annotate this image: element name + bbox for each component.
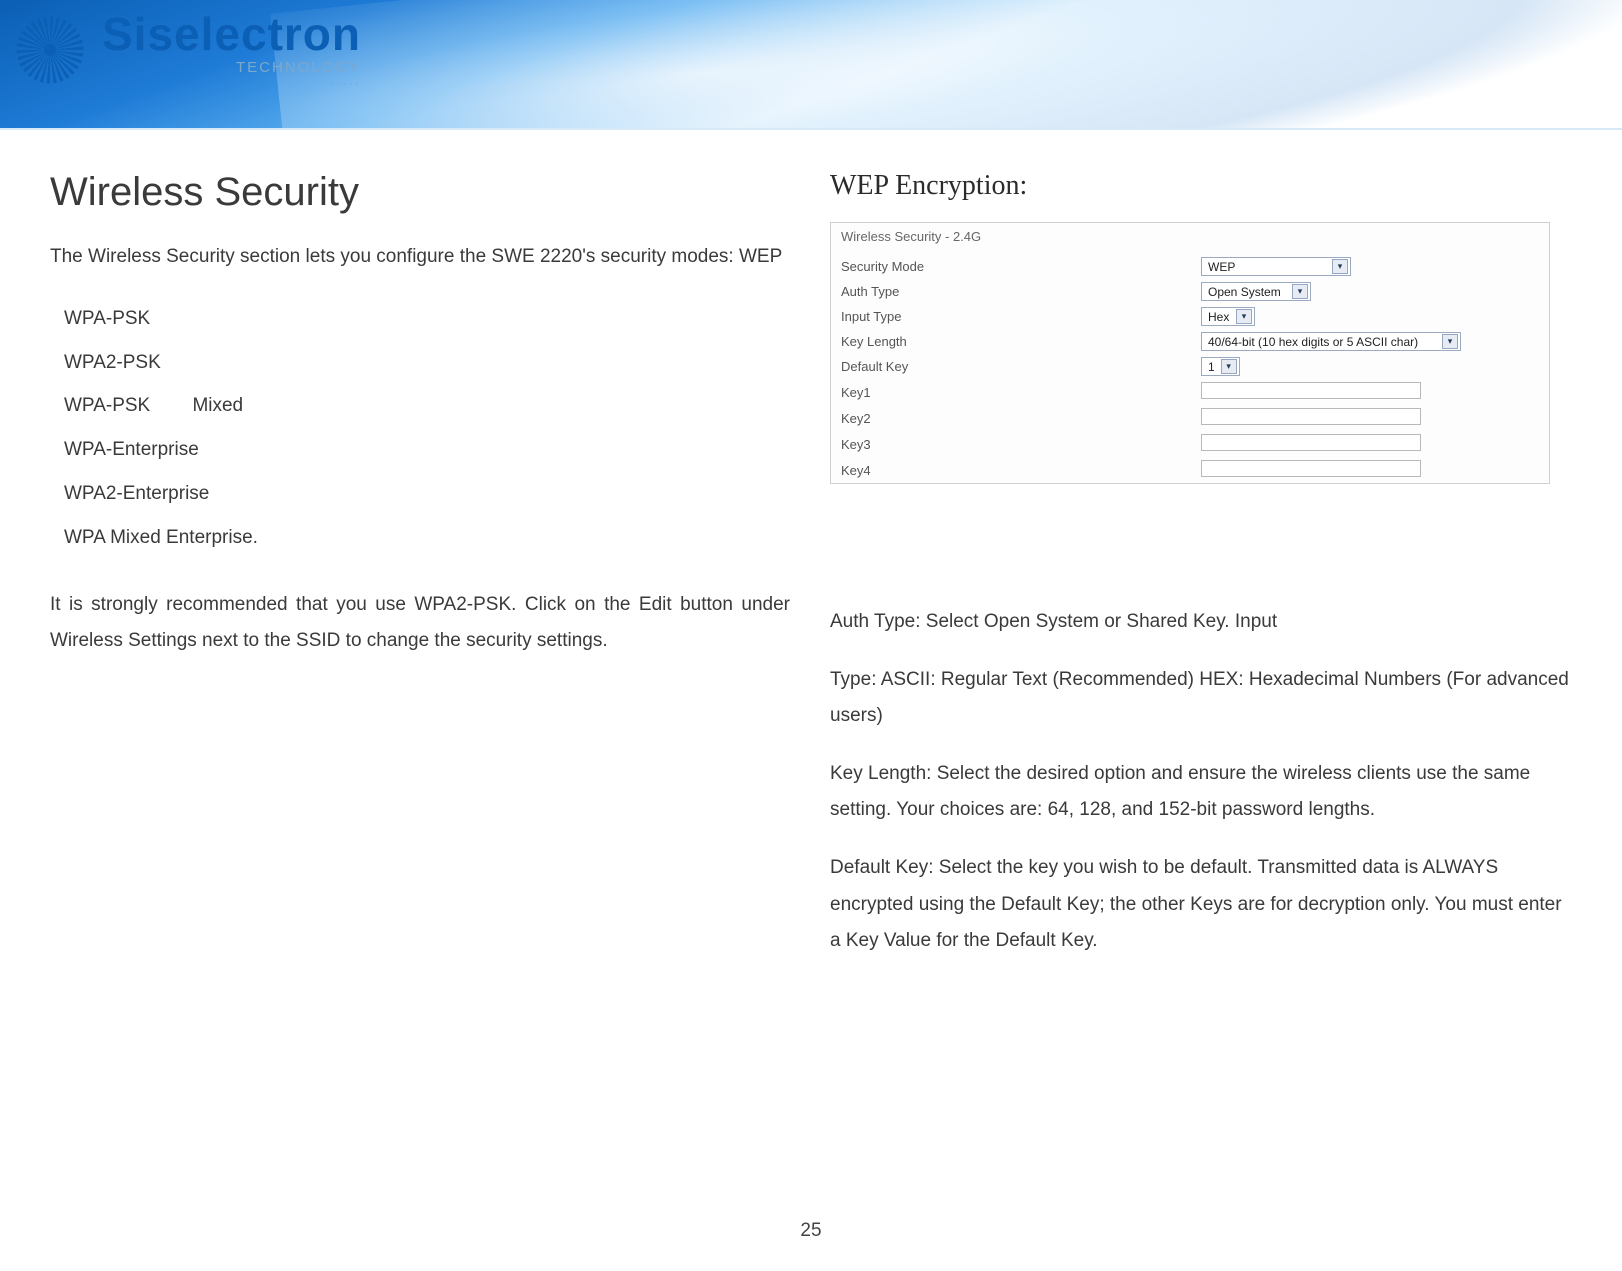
shot-heading: Wireless Security - 2.4G xyxy=(831,223,1549,254)
auth-type-paragraph: Auth Type: Select Open System or Shared … xyxy=(830,604,1572,640)
row-label: Key1 xyxy=(831,379,1191,405)
row-label: Key2 xyxy=(831,405,1191,431)
wep-settings-screenshot: Wireless Security - 2.4G Security Mode W… xyxy=(830,222,1550,484)
chevron-down-icon: ▾ xyxy=(1292,284,1308,299)
list-item: WPA2-Enterprise xyxy=(64,472,790,516)
list-item: WPA Mixed Enterprise. xyxy=(64,516,790,560)
row-label: Input Type xyxy=(831,304,1191,329)
default-key-select[interactable]: 1 ▾ xyxy=(1201,357,1240,376)
key3-input[interactable] xyxy=(1201,434,1421,451)
key-length-select[interactable]: 40/64-bit (10 hex digits or 5 ASCII char… xyxy=(1201,332,1461,351)
row-label: Key4 xyxy=(831,457,1191,483)
brand-dots: ····· xyxy=(102,76,361,90)
chevron-down-icon: ▾ xyxy=(1332,259,1348,274)
page-title: Wireless Security xyxy=(50,170,790,215)
brand-logo-mark xyxy=(10,10,90,90)
select-value: Open System xyxy=(1208,285,1281,299)
select-value: WEP xyxy=(1208,260,1235,274)
brand-name: Siselectron xyxy=(102,11,361,57)
key1-input[interactable] xyxy=(1201,382,1421,399)
key-length-paragraph: Key Length: Select the desired option an… xyxy=(830,756,1572,828)
security-mode-list: WPA-PSK WPA2-PSK WPA-PSK Mixed WPA-Enter… xyxy=(64,297,790,559)
chevron-down-icon: ▾ xyxy=(1236,309,1252,324)
row-label: Auth Type xyxy=(831,279,1191,304)
auth-type-select[interactable]: Open System ▾ xyxy=(1201,282,1311,301)
key2-input[interactable] xyxy=(1201,408,1421,425)
brand-tagline: TECHNOLOGY xyxy=(102,59,361,76)
list-item: WPA-Enterprise xyxy=(64,428,790,472)
select-value: Hex xyxy=(1208,310,1229,324)
chevron-down-icon: ▾ xyxy=(1442,334,1458,349)
security-mode-select[interactable]: WEP ▾ xyxy=(1201,257,1351,276)
recommendation-paragraph: It is strongly recommended that you use … xyxy=(50,587,790,659)
list-item: WPA2-PSK xyxy=(64,341,790,385)
section-title-wep: WEP Encryption: xyxy=(830,170,1572,202)
list-item: WPA-PSK xyxy=(64,297,790,341)
row-label: Key Length xyxy=(831,329,1191,354)
row-label: Default Key xyxy=(831,354,1191,379)
row-label: Security Mode xyxy=(831,254,1191,279)
row-label: Key3 xyxy=(831,431,1191,457)
default-key-paragraph: Default Key: Select the key you wish to … xyxy=(830,850,1572,958)
header-banner: Siselectron TECHNOLOGY ····· xyxy=(0,0,1622,130)
key4-input[interactable] xyxy=(1201,460,1421,477)
brand-logo: Siselectron TECHNOLOGY ····· xyxy=(10,10,361,90)
input-type-paragraph: Type: ASCII: Regular Text (Recommended) … xyxy=(830,662,1572,734)
input-type-select[interactable]: Hex ▾ xyxy=(1201,307,1255,326)
page-number: 25 xyxy=(0,1220,1622,1242)
select-value: 40/64-bit (10 hex digits or 5 ASCII char… xyxy=(1208,335,1418,349)
intro-paragraph: The Wireless Security section lets you c… xyxy=(50,239,790,275)
chevron-down-icon: ▾ xyxy=(1221,359,1237,374)
list-item: WPA-PSK Mixed xyxy=(64,384,790,428)
select-value: 1 xyxy=(1208,360,1215,374)
